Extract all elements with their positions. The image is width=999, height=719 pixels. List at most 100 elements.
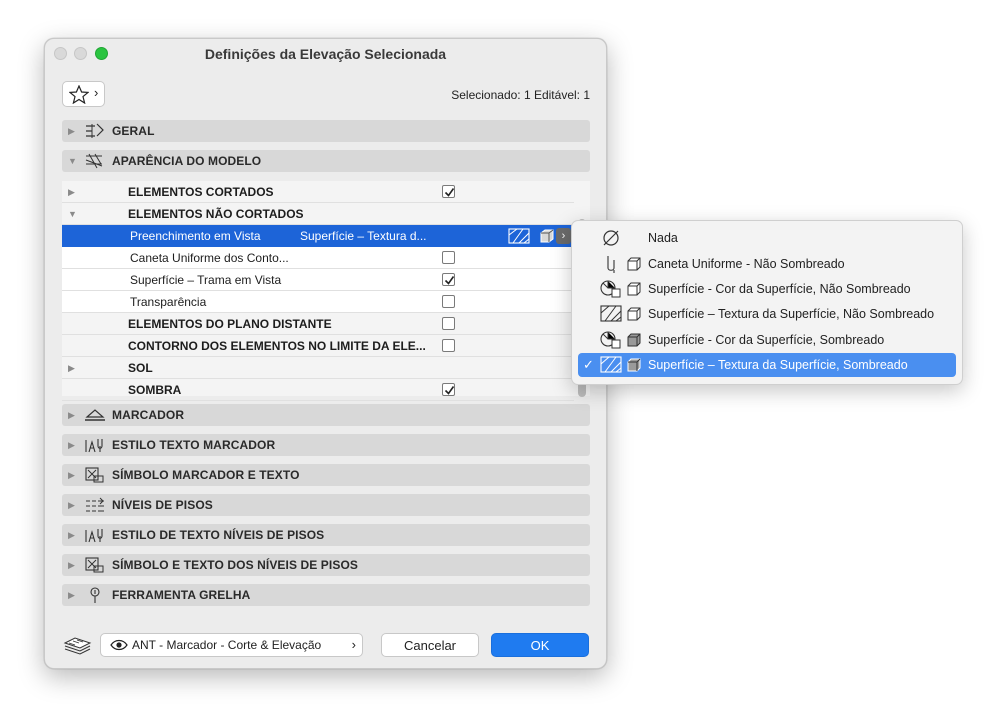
disclosure-right-icon[interactable]: ▶ [68, 590, 75, 601]
tree-row-sol[interactable]: ▶ SOL [62, 357, 574, 379]
menu-item-label: Nada [648, 231, 678, 245]
panel-simbolo-niveis[interactable]: ▶ SÍMBOLO E TEXTO DOS NÍVEIS DE PISOS [62, 554, 590, 576]
panel-simbolo-marcador[interactable]: ▶ SÍMBOLO MARCADOR E TEXTO [62, 464, 590, 486]
menu-item-label: Superfície - Cor da Superfície, Sombread… [648, 333, 885, 347]
settings-dialog: Definições da Elevação Selecionada › Sel… [44, 38, 607, 669]
model-appearance-tree: ▶ ELEMENTOS CORTADOS ▼ ELEMENTOS NÃO COR… [62, 181, 590, 401]
shaded-cube-icon [627, 358, 641, 372]
tree-row-elementos-nao-cortados[interactable]: ▼ ELEMENTOS NÃO CORTADOS [62, 203, 574, 225]
panel-label: APARÊNCIA DO MODELO [112, 154, 262, 168]
checkbox-unchecked[interactable] [442, 251, 455, 264]
menu-item-nada[interactable]: Nada [578, 226, 956, 250]
menu-item-textura-sombreado[interactable]: ✓ Superfície – Textura da Superfície, So… [578, 353, 956, 377]
disclosure-right-icon[interactable]: ▶ [68, 500, 75, 511]
marker-symbol-icon [85, 467, 104, 483]
disclosure-down-icon[interactable]: ▼ [68, 209, 77, 219]
selection-info: Selecionado: 1 Editável: 1 [451, 88, 590, 102]
tree-row-label: ELEMENTOS NÃO CORTADOS [128, 207, 304, 221]
checkbox-checked[interactable] [442, 185, 455, 198]
cube-outline-icon [627, 307, 641, 321]
chevron-right-icon: › [351, 637, 356, 652]
story-levels-symbol-icon [85, 557, 104, 573]
checkmark-icon: ✓ [583, 357, 594, 372]
grid-tool-icon [90, 587, 100, 603]
panel-label: FERRAMENTA GRELHA [112, 588, 251, 602]
panel-ferramenta-grelha[interactable]: ▶ FERRAMENTA GRELHA [62, 584, 590, 606]
disclosure-right-icon[interactable]: ▶ [68, 187, 75, 198]
panel-label: ESTILO TEXTO MARCADOR [112, 438, 276, 452]
panel-estilo-texto-marcador[interactable]: ▶ ESTILO TEXTO MARCADOR [62, 434, 590, 456]
tree-row-label: SOMBRA [128, 383, 182, 397]
tree-row-label: ELEMENTOS CORTADOS [128, 185, 274, 199]
tree-row-contorno[interactable]: CONTORNO DOS ELEMENTOS NO LIMITE DA ELE.… [62, 335, 574, 357]
panel-marcador[interactable]: ▶ MARCADOR [62, 404, 590, 426]
panel-label: GERAL [112, 124, 155, 138]
tree-row-label: SOL [128, 361, 153, 375]
tree-row-preenchimento-em-vista[interactable]: Preenchimento em Vista Superfície – Text… [62, 225, 574, 247]
tree-row-label: Preenchimento em Vista [130, 229, 261, 243]
disclosure-right-icon[interactable]: ▶ [68, 560, 75, 571]
disclosure-right-icon[interactable]: ▶ [68, 440, 75, 451]
panel-label: MARCADOR [112, 408, 185, 422]
surface-texture-icon [600, 305, 622, 322]
tree-row-sombra[interactable]: SOMBRA [62, 379, 574, 401]
dropdown-arrow-button[interactable]: › [556, 228, 571, 244]
menu-item-label: Superfície – Textura da Superfície, Somb… [648, 358, 908, 372]
panel-label: ESTILO DE TEXTO NÍVEIS DE PISOS [112, 528, 325, 542]
cube-outline-icon [627, 282, 641, 296]
panel-aparencia-do-modelo[interactable]: ▼ APARÊNCIA DO MODELO [62, 150, 590, 172]
ok-button[interactable]: OK [491, 633, 589, 657]
story-levels-icon [86, 497, 104, 512]
story-levels-text-style-icon [85, 529, 103, 543]
disclosure-right-icon[interactable]: ▶ [68, 470, 75, 481]
tree-row-plano-distante[interactable]: ELEMENTOS DO PLANO DISTANTE [62, 313, 574, 335]
disclosure-right-icon[interactable]: ▶ [68, 530, 75, 541]
marker-icon [85, 409, 105, 421]
checkbox-unchecked[interactable] [442, 317, 455, 330]
marker-text-style-icon [85, 439, 103, 453]
none-icon [603, 230, 619, 246]
checkbox-unchecked[interactable] [442, 295, 455, 308]
disclosure-right-icon[interactable]: ▶ [68, 363, 75, 374]
surface-texture-icon [508, 228, 530, 244]
tree-row-value[interactable]: Superfície – Textura d... [300, 229, 427, 243]
surface-texture-icon [600, 356, 622, 373]
tree-row-superficie-trama[interactable]: Superfície – Trama em Vista [62, 269, 574, 291]
model-appearance-icon [85, 153, 103, 169]
shaded-cube-icon [540, 229, 554, 243]
panel-label: SÍMBOLO E TEXTO DOS NÍVEIS DE PISOS [112, 558, 358, 572]
menu-item-cor-sombreado[interactable]: Superfície - Cor da Superfície, Sombread… [578, 328, 956, 352]
eye-icon [110, 639, 128, 651]
view-favorite-selector[interactable]: ANT - Marcador - Corte & Elevação › [100, 633, 363, 657]
panel-niveis-de-pisos[interactable]: ▶ NÍVEIS DE PISOS [62, 494, 590, 516]
uniform-pen-icon [607, 256, 615, 273]
favorites-button[interactable]: › [62, 81, 105, 107]
panel-geral[interactable]: ▶ GERAL [62, 120, 590, 142]
checkbox-unchecked[interactable] [442, 339, 455, 352]
menu-item-label: Superfície - Cor da Superfície, Não Somb… [648, 282, 911, 296]
disclosure-right-icon[interactable]: ▶ [68, 410, 75, 421]
disclosure-right-icon[interactable]: ▶ [68, 126, 75, 137]
panel-label: NÍVEIS DE PISOS [112, 498, 213, 512]
fill-mode-dropdown-menu: Nada Caneta Uniforme - Não Sombreado Sup… [571, 220, 963, 385]
tree-row-caneta-uniforme[interactable]: Caneta Uniforme dos Conto... [62, 247, 574, 269]
menu-item-label: Caneta Uniforme - Não Sombreado [648, 257, 845, 271]
panel-estilo-texto-niveis[interactable]: ▶ ESTILO DE TEXTO NÍVEIS DE PISOS [62, 524, 590, 546]
tree-row-label: Superfície – Trama em Vista [130, 273, 282, 287]
menu-item-label: Superfície – Textura da Superfície, Não … [648, 307, 935, 321]
window-title: Definições da Elevação Selecionada [204, 46, 447, 62]
tree-row-transparencia[interactable]: Transparência [62, 291, 574, 313]
disclosure-down-icon[interactable]: ▼ [68, 156, 77, 166]
tree-row-elementos-cortados[interactable]: ▶ ELEMENTOS CORTADOS [62, 181, 574, 203]
tree-row-label: Caneta Uniforme dos Conto... [130, 251, 289, 265]
menu-item-textura-nao-sombreado[interactable]: Superfície – Textura da Superfície, Não … [578, 302, 956, 326]
menu-item-caneta-uniforme[interactable]: Caneta Uniforme - Não Sombreado [578, 252, 956, 276]
cancel-button[interactable]: Cancelar [381, 633, 479, 657]
panel-label: SÍMBOLO MARCADOR E TEXTO [112, 468, 300, 482]
checkbox-checked[interactable] [442, 383, 455, 396]
tree-row-label: CONTORNO DOS ELEMENTOS NO LIMITE DA ELE.… [128, 339, 426, 353]
surface-color-icon [600, 331, 621, 349]
menu-item-cor-nao-sombreado[interactable]: Superfície - Cor da Superfície, Não Somb… [578, 277, 956, 301]
checkbox-checked[interactable] [442, 273, 455, 286]
tree-row-label: Transparência [130, 295, 207, 309]
